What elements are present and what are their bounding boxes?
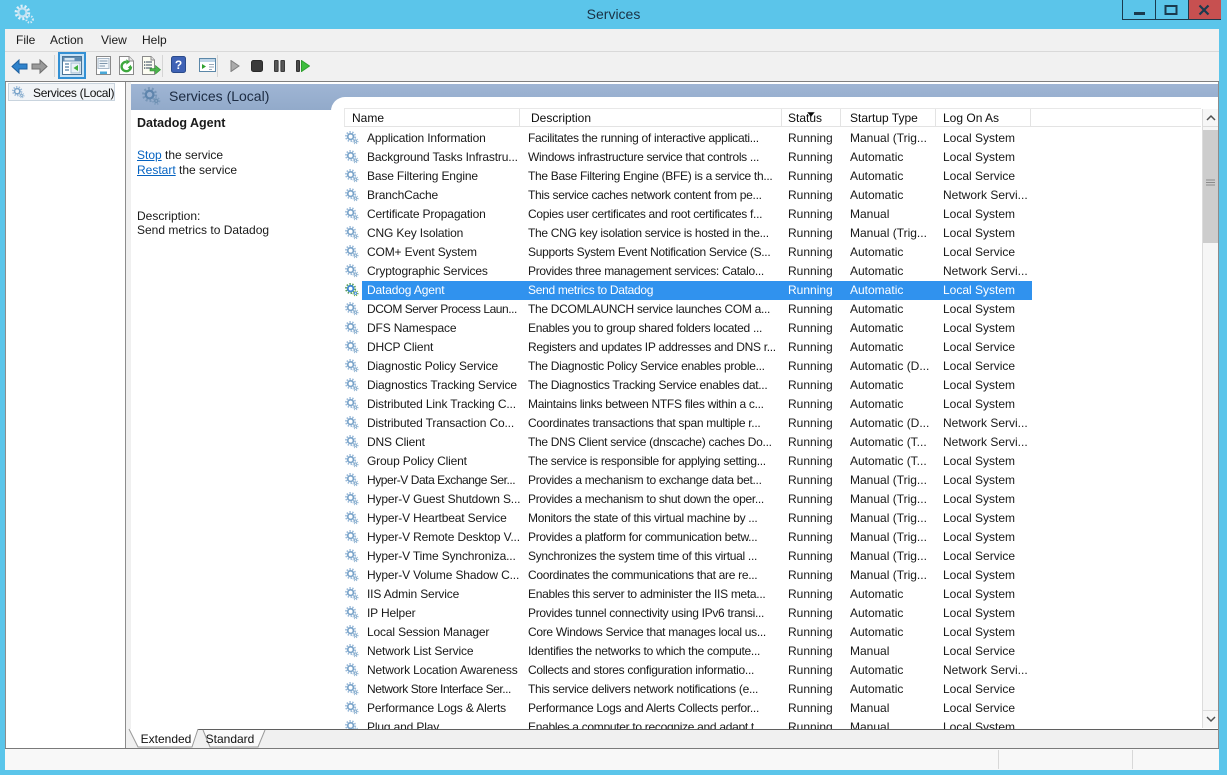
- svg-text:?: ?: [175, 58, 182, 72]
